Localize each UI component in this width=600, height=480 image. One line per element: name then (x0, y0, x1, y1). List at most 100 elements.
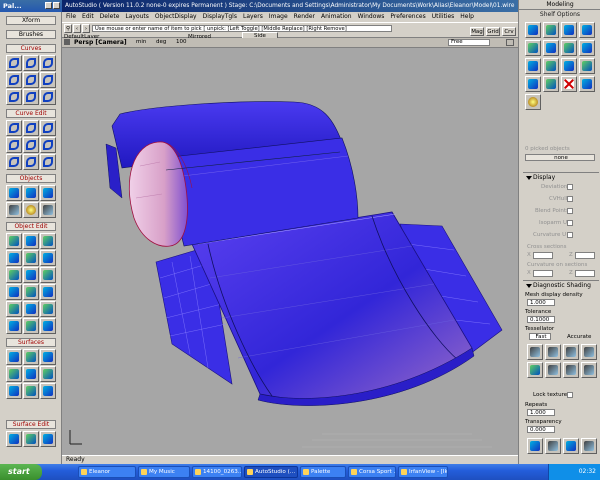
attach-curve-icon[interactable] (23, 137, 39, 153)
shelf-tool-16-icon[interactable] (579, 76, 595, 92)
pin-icon[interactable]: ⚲ (64, 24, 72, 33)
surface-tool-5-icon[interactable] (23, 366, 39, 382)
detach-curve-icon[interactable] (6, 137, 22, 153)
circle-tool-icon[interactable] (40, 72, 56, 88)
shade-multi-icon[interactable] (527, 344, 543, 360)
shelf-tool-3-icon[interactable] (561, 22, 577, 38)
display-section-header[interactable]: Display (523, 172, 599, 182)
smooth-curve-icon[interactable] (40, 154, 56, 170)
menu-delete[interactable]: Delete (100, 13, 120, 21)
render-tool-2-icon[interactable] (545, 438, 561, 454)
perspective-viewport[interactable] (62, 48, 518, 455)
menu-layers[interactable]: Layers (243, 13, 263, 21)
palette-tab-object-edit[interactable]: Object Edit (6, 222, 56, 231)
menu-render[interactable]: Render (294, 13, 315, 21)
object-edit-tool-11-icon[interactable] (23, 284, 39, 300)
shade-isoangle-icon[interactable] (527, 362, 543, 378)
grid-button[interactable]: Grid (486, 27, 500, 36)
object-edit-tool-1-icon[interactable] (6, 233, 22, 249)
lock-texture-checkbox[interactable] (567, 392, 573, 398)
picked-objects-field[interactable]: none (525, 154, 595, 161)
prompt-line[interactable]: Use mouse or enter name of item to pick … (92, 25, 392, 32)
task-my-music[interactable]: My Music (138, 466, 190, 478)
cylinder-primitive-icon[interactable] (23, 185, 39, 201)
render-tool-3-icon[interactable] (563, 438, 579, 454)
shelf-tool-11-icon[interactable] (561, 58, 577, 74)
shade-surface-eval-icon[interactable] (581, 344, 597, 360)
camera-icon[interactable] (6, 202, 22, 218)
isoparm-u-checkbox[interactable] (567, 220, 573, 226)
render-tool-1-icon[interactable] (527, 438, 543, 454)
surface-tool-6-icon[interactable] (40, 366, 56, 382)
palette-tab-surfaces[interactable]: Surfaces (6, 338, 56, 347)
menu-layouts[interactable]: Layouts (125, 13, 149, 21)
shelf-tool-2-icon[interactable] (543, 22, 559, 38)
mesh-density-field[interactable]: 1.000 (527, 299, 555, 306)
fillet-curve-tool-icon[interactable] (6, 89, 22, 105)
task-image-file[interactable]: 14100_0263... (192, 466, 242, 478)
repeats-field[interactable]: 1.000 (527, 409, 555, 416)
menu-windows[interactable]: Windows (358, 13, 385, 21)
task-autostudio[interactable]: AutoStudio (... (244, 466, 298, 478)
palette-tab-brushes[interactable]: Brushes (6, 30, 56, 39)
extend-curve-icon[interactable] (23, 120, 39, 136)
undo-icon[interactable]: ‹ (73, 24, 81, 33)
shelf-tool-17-icon[interactable] (525, 94, 541, 110)
shelf-options-menu[interactable]: Shelf Options (533, 10, 587, 20)
shelf-tool-13-icon[interactable] (525, 76, 541, 92)
shade-draft-icon[interactable] (581, 362, 597, 378)
text-tool-icon[interactable] (40, 89, 56, 105)
object-edit-tool-15-icon[interactable] (40, 301, 56, 317)
object-edit-tool-16-icon[interactable] (6, 318, 22, 334)
object-edit-tool-9-icon[interactable] (40, 267, 56, 283)
shelf-tool-8-icon[interactable] (579, 40, 595, 56)
surface-tool-9-icon[interactable] (40, 383, 56, 399)
cross-x-field[interactable] (533, 252, 553, 259)
transparency-field[interactable]: 0.000 (527, 426, 555, 433)
blend-curve-tool-icon[interactable] (23, 89, 39, 105)
shelf-tool-14-icon[interactable] (543, 76, 559, 92)
locator-icon[interactable] (40, 202, 56, 218)
menu-edit[interactable]: Edit (82, 13, 94, 21)
palette-tab-objects[interactable]: Objects (6, 174, 56, 183)
snap-mode-field[interactable]: Free (448, 39, 490, 46)
sketch-curve-tool-icon[interactable] (40, 55, 56, 71)
object-edit-tool-13-icon[interactable] (6, 301, 22, 317)
surface-tool-7-icon[interactable] (6, 383, 22, 399)
menu-objectdisplay[interactable]: ObjectDisplay (155, 13, 197, 21)
viewport-menu-icon[interactable] (64, 39, 70, 45)
task-eleanor[interactable]: Eleanor (78, 466, 136, 478)
object-edit-tool-4-icon[interactable] (6, 250, 22, 266)
surface-edit-tool-1-icon[interactable] (6, 431, 22, 447)
surface-tool-3-icon[interactable] (40, 349, 56, 365)
curv-x-field[interactable] (533, 270, 553, 277)
shelf-tool-1-icon[interactable] (525, 22, 541, 38)
light-icon[interactable] (23, 202, 39, 218)
shade-stripes-icon[interactable] (545, 344, 561, 360)
viewport-label[interactable]: Persp [Camera] (74, 39, 127, 46)
object-edit-tool-5-icon[interactable] (23, 250, 39, 266)
shelf-tool-10-icon[interactable] (543, 58, 559, 74)
object-edit-tool-10-icon[interactable] (6, 284, 22, 300)
shelf-tool-6-icon[interactable] (543, 40, 559, 56)
surface-tool-8-icon[interactable] (23, 383, 39, 399)
menu-image[interactable]: Image (269, 13, 288, 21)
cvhull-checkbox[interactable] (567, 196, 573, 202)
crv-button[interactable]: Crv (502, 27, 516, 36)
tessellator-accurate-radio[interactable]: Accurate (567, 334, 591, 340)
shelf-tool-9-icon[interactable] (525, 58, 541, 74)
delete-tool-icon[interactable] (561, 76, 577, 92)
shelf-tool-7-icon[interactable] (561, 40, 577, 56)
object-edit-tool-14-icon[interactable] (23, 301, 39, 317)
palette-tab-xform[interactable]: Xform (6, 16, 56, 25)
menu-utilities[interactable]: Utilities (432, 13, 455, 21)
object-edit-tool-18-icon[interactable] (40, 318, 56, 334)
sphere-primitive-icon[interactable] (6, 185, 22, 201)
shelf-title[interactable]: Modeling (519, 0, 600, 10)
insert-point-icon[interactable] (40, 120, 56, 136)
close-icon[interactable] (53, 2, 60, 9)
project-curve-icon[interactable] (6, 154, 22, 170)
palette-tab-curve-edit[interactable]: Curve Edit (6, 109, 56, 118)
menu-preferences[interactable]: Preferences (390, 13, 425, 21)
object-edit-tool-6-icon[interactable] (40, 250, 56, 266)
